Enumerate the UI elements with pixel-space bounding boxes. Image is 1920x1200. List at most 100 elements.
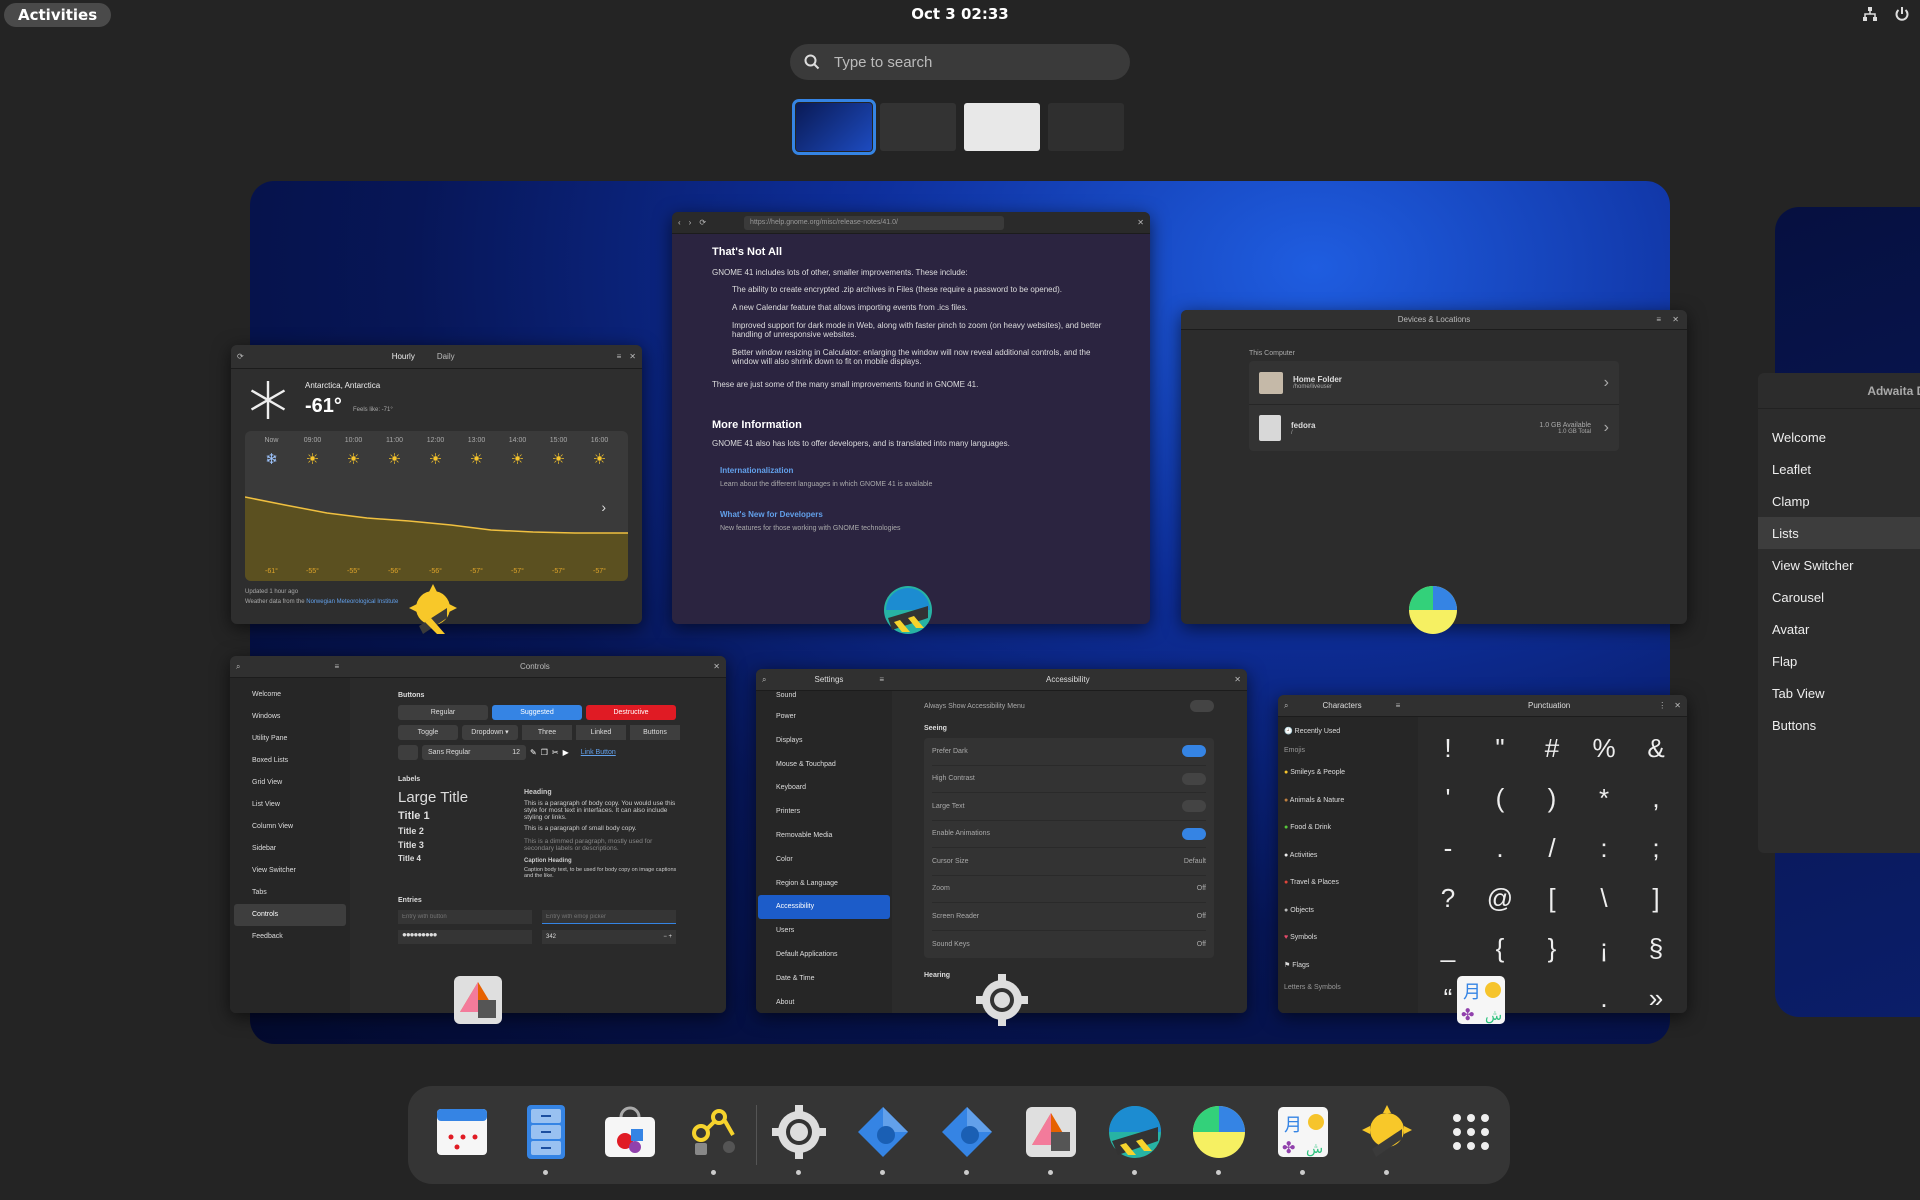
menu-icon[interactable]: ≡ [879,675,884,684]
character-cell[interactable]: ' [1422,779,1474,817]
sidebar-item[interactable]: Date & Time [758,967,890,991]
dock-boxes[interactable] [853,1099,913,1175]
linked-button[interactable]: Linked [576,725,626,740]
close-icon[interactable]: ✕ [1674,701,1681,710]
character-cell[interactable]: } [1526,929,1578,967]
character-cell[interactable]: / [1526,829,1578,867]
link-button[interactable]: Link Button [581,749,616,756]
clock-label[interactable]: Oct 3 02:33 [911,5,1008,23]
dock-weather[interactable] [1357,1099,1417,1175]
activities-button[interactable]: Activities [4,3,112,27]
sidebar-item[interactable]: About [758,991,890,1013]
character-cell[interactable]: # [1526,729,1578,767]
character-cell[interactable]: % [1578,729,1630,767]
dock-text-editor[interactable] [1021,1099,1081,1175]
sidebar-item[interactable]: Boxed Lists [234,750,346,772]
play-icon[interactable]: ▶ [563,748,569,757]
character-cell[interactable]: [ [1526,879,1578,917]
sidebar-item[interactable]: Mouse & Touchpad [758,753,890,777]
color-button[interactable] [398,745,418,760]
high-contrast-switch[interactable] [1182,772,1206,785]
search-icon[interactable]: ⌕ [236,662,240,672]
cut-icon[interactable]: ✂ [552,748,559,757]
character-cell[interactable]: ¡ [1578,929,1630,967]
regular-button[interactable]: Regular [398,705,488,720]
location-label[interactable]: Antarctica, Antarctica [305,381,380,390]
password-entry[interactable]: ●●●●●●●●● [398,930,532,944]
dock-web[interactable] [1105,1099,1165,1175]
entry-with-emoji-picker[interactable] [542,910,676,924]
character-cell[interactable]: ( [1474,779,1526,817]
spin-controls[interactable]: − + [663,930,672,944]
sidebar-item[interactable]: Displays [758,729,890,753]
close-icon[interactable]: ✕ [1672,315,1679,324]
power-icon[interactable] [1894,6,1910,22]
suggested-button[interactable]: Suggested [492,705,582,720]
back-icon[interactable]: ‹ [678,218,681,227]
edit-icon[interactable]: ✎ [530,748,537,757]
adw-item-carousel[interactable]: Carousel [1758,581,1920,613]
sidebar-item[interactable]: Tabs [234,882,346,904]
character-cell[interactable]: ; [1630,829,1682,867]
screen-reader-row[interactable]: Screen Reader Off [932,903,1206,931]
chevron-right-icon[interactable]: › [601,499,606,515]
web-window[interactable]: ‹ › ⟳ https://help.gnome.org/misc/release-… [672,212,1150,624]
character-cell[interactable]: ] [1630,879,1682,917]
close-icon[interactable]: ✕ [713,662,720,671]
cursor-size-row[interactable]: Cursor Size Default [932,848,1206,876]
network-icon[interactable] [1862,6,1878,22]
character-cell[interactable] [1526,979,1578,1013]
character-cell[interactable]: @ [1474,879,1526,917]
category-symbols[interactable]: ♥ Symbols [1284,924,1412,952]
character-cell[interactable]: § [1630,929,1682,967]
sidebar-item[interactable]: Utility Pane [234,728,346,750]
sidebar-item[interactable]: Sidebar [234,838,346,860]
system-tray[interactable] [1862,6,1910,22]
character-cell[interactable]: , [1630,779,1682,817]
sidebar-item[interactable]: Color [758,848,890,872]
sidebar-item[interactable]: View Switcher [234,860,346,882]
adw-item-buttons[interactable]: Buttons [1758,709,1920,741]
menu-icon[interactable]: ≡ [617,352,622,361]
sidebar-item[interactable]: Windows [234,706,346,728]
adw-item-view-switcher[interactable]: View Switcher [1758,549,1920,581]
sound-keys-row[interactable]: Sound Keys Off [932,931,1206,959]
character-cell[interactable]: & [1630,729,1682,767]
always-show-switch[interactable] [1190,700,1214,712]
character-cell[interactable]: » [1630,979,1682,1013]
copy-icon[interactable]: ❐ [541,748,548,757]
large-text-switch[interactable] [1182,800,1206,813]
workspace-thumbnail-3[interactable] [964,103,1040,151]
forward-icon[interactable]: › [689,218,692,227]
url-bar[interactable]: https://help.gnome.org/misc/release-note… [744,215,1005,230]
sidebar-item[interactable]: Sound [758,691,890,705]
dock-disk-usage[interactable] [1189,1099,1249,1175]
character-cell[interactable]: . [1474,829,1526,867]
category-objects[interactable]: ● Objects [1284,897,1412,925]
tab-hourly[interactable]: Hourly [392,352,415,361]
sidebar-item[interactable]: Region & Language [758,872,890,896]
dock-app-grid[interactable] [1441,1099,1501,1171]
hourly-forecast[interactable]: Now 09:00 10:00 11:00 12:00 13:00 14:00 … [245,431,628,581]
adwaita-demo-window[interactable]: Adwaita Demo Welcome Leaflet Clamp Lists… [1758,373,1920,853]
adw-item-clamp[interactable]: Clamp [1758,485,1920,517]
link-internationalization[interactable]: Internationalization [712,466,1112,475]
sidebar-item[interactable]: Default Applications [758,943,890,967]
sidebar-item[interactable]: Welcome [234,684,346,706]
adw-item-avatar[interactable]: Avatar [1758,613,1920,645]
linked-button-buttons[interactable]: Buttons [630,725,680,740]
close-icon[interactable]: ✕ [1137,218,1144,227]
tab-daily[interactable]: Daily [437,352,455,361]
close-icon[interactable]: ✕ [629,352,636,361]
character-cell[interactable]: \ [1578,879,1630,917]
category-travel[interactable]: ● Travel & Places [1284,869,1412,897]
category-animals[interactable]: ● Animals & Nature [1284,787,1412,815]
entry-with-button[interactable] [398,910,532,924]
character-cell[interactable]: " [1474,729,1526,767]
link-developers[interactable]: What's New for Developers [712,510,1112,519]
settings-window[interactable]: ⌕ Settings ≡ Accessibility ✕ Sound Power… [756,669,1247,1013]
dock-builder[interactable] [684,1099,744,1175]
home-folder-row[interactable]: Home Folder/home/liveuser › [1249,361,1619,405]
sidebar-item[interactable]: Feedback [234,926,346,948]
sidebar-item[interactable]: Keyboard [758,776,890,800]
